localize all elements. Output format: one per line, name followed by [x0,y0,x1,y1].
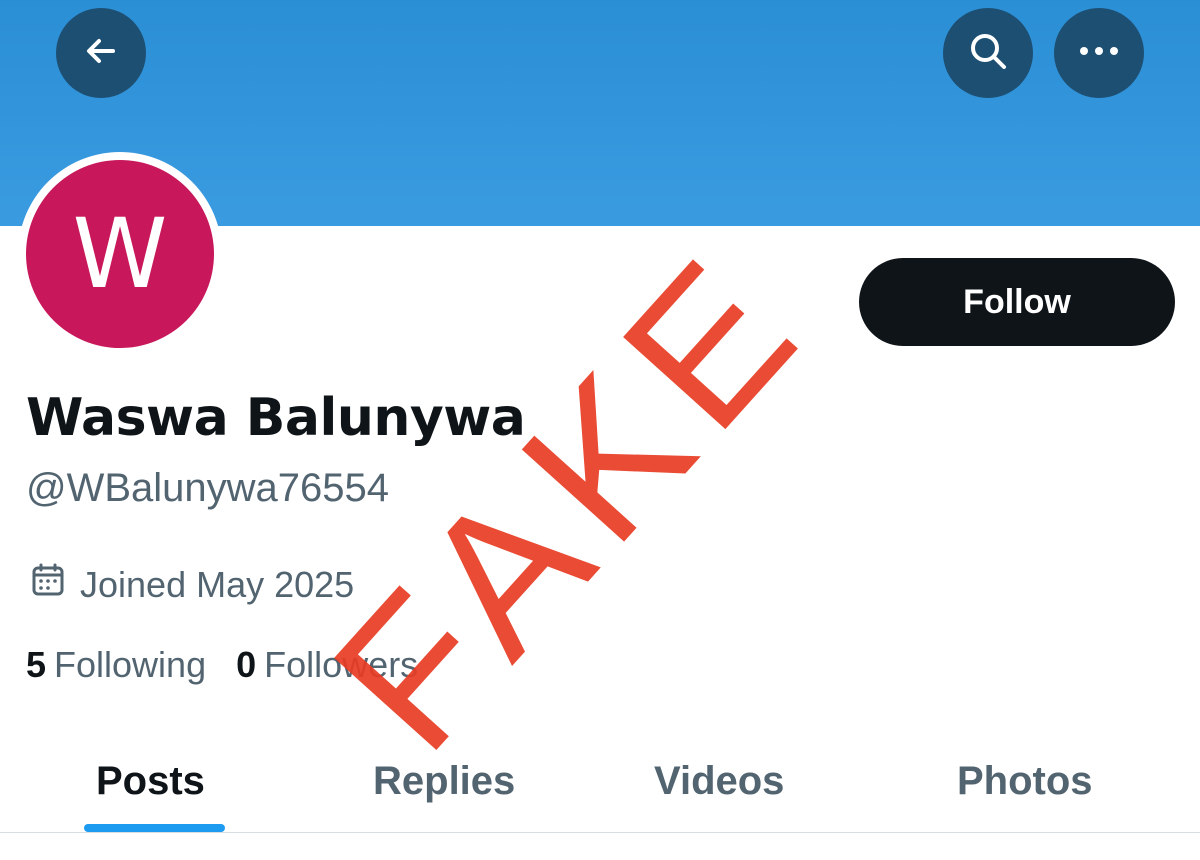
follow-stats: 5 Following 0 Followers [26,644,418,686]
tab-photos[interactable]: Photos [957,730,1093,832]
calendar-icon [30,562,80,607]
avatar-letter: W [26,160,214,348]
profile-tabs: Posts Replies Videos Photos [0,730,1200,833]
search-button[interactable] [943,8,1033,98]
active-tab-indicator [84,824,225,832]
tab-videos[interactable]: Videos [654,730,784,832]
more-horizontal-icon [1077,44,1121,62]
search-icon [966,29,1010,78]
followers-label: Followers [264,644,419,685]
follow-button[interactable]: Follow [859,258,1175,346]
tab-replies[interactable]: Replies [373,730,515,832]
user-handle: @WBalunywa76554 [26,466,390,510]
following-count: 5 [26,644,47,685]
joined-date: Joined May 2025 [30,562,354,607]
display-name: Waswa Balunywa [26,388,526,448]
followers-count: 0 [236,644,257,685]
back-button[interactable] [56,8,146,98]
tab-posts[interactable]: Posts [96,730,205,832]
avatar[interactable]: W [18,152,222,356]
arrow-left-icon [81,31,121,76]
followers-link[interactable]: 0 Followers [236,644,418,686]
following-label: Following [54,644,207,685]
following-link[interactable]: 5 Following [26,644,206,686]
more-options-button[interactable] [1054,8,1144,98]
joined-text: Joined May 2025 [80,563,355,605]
